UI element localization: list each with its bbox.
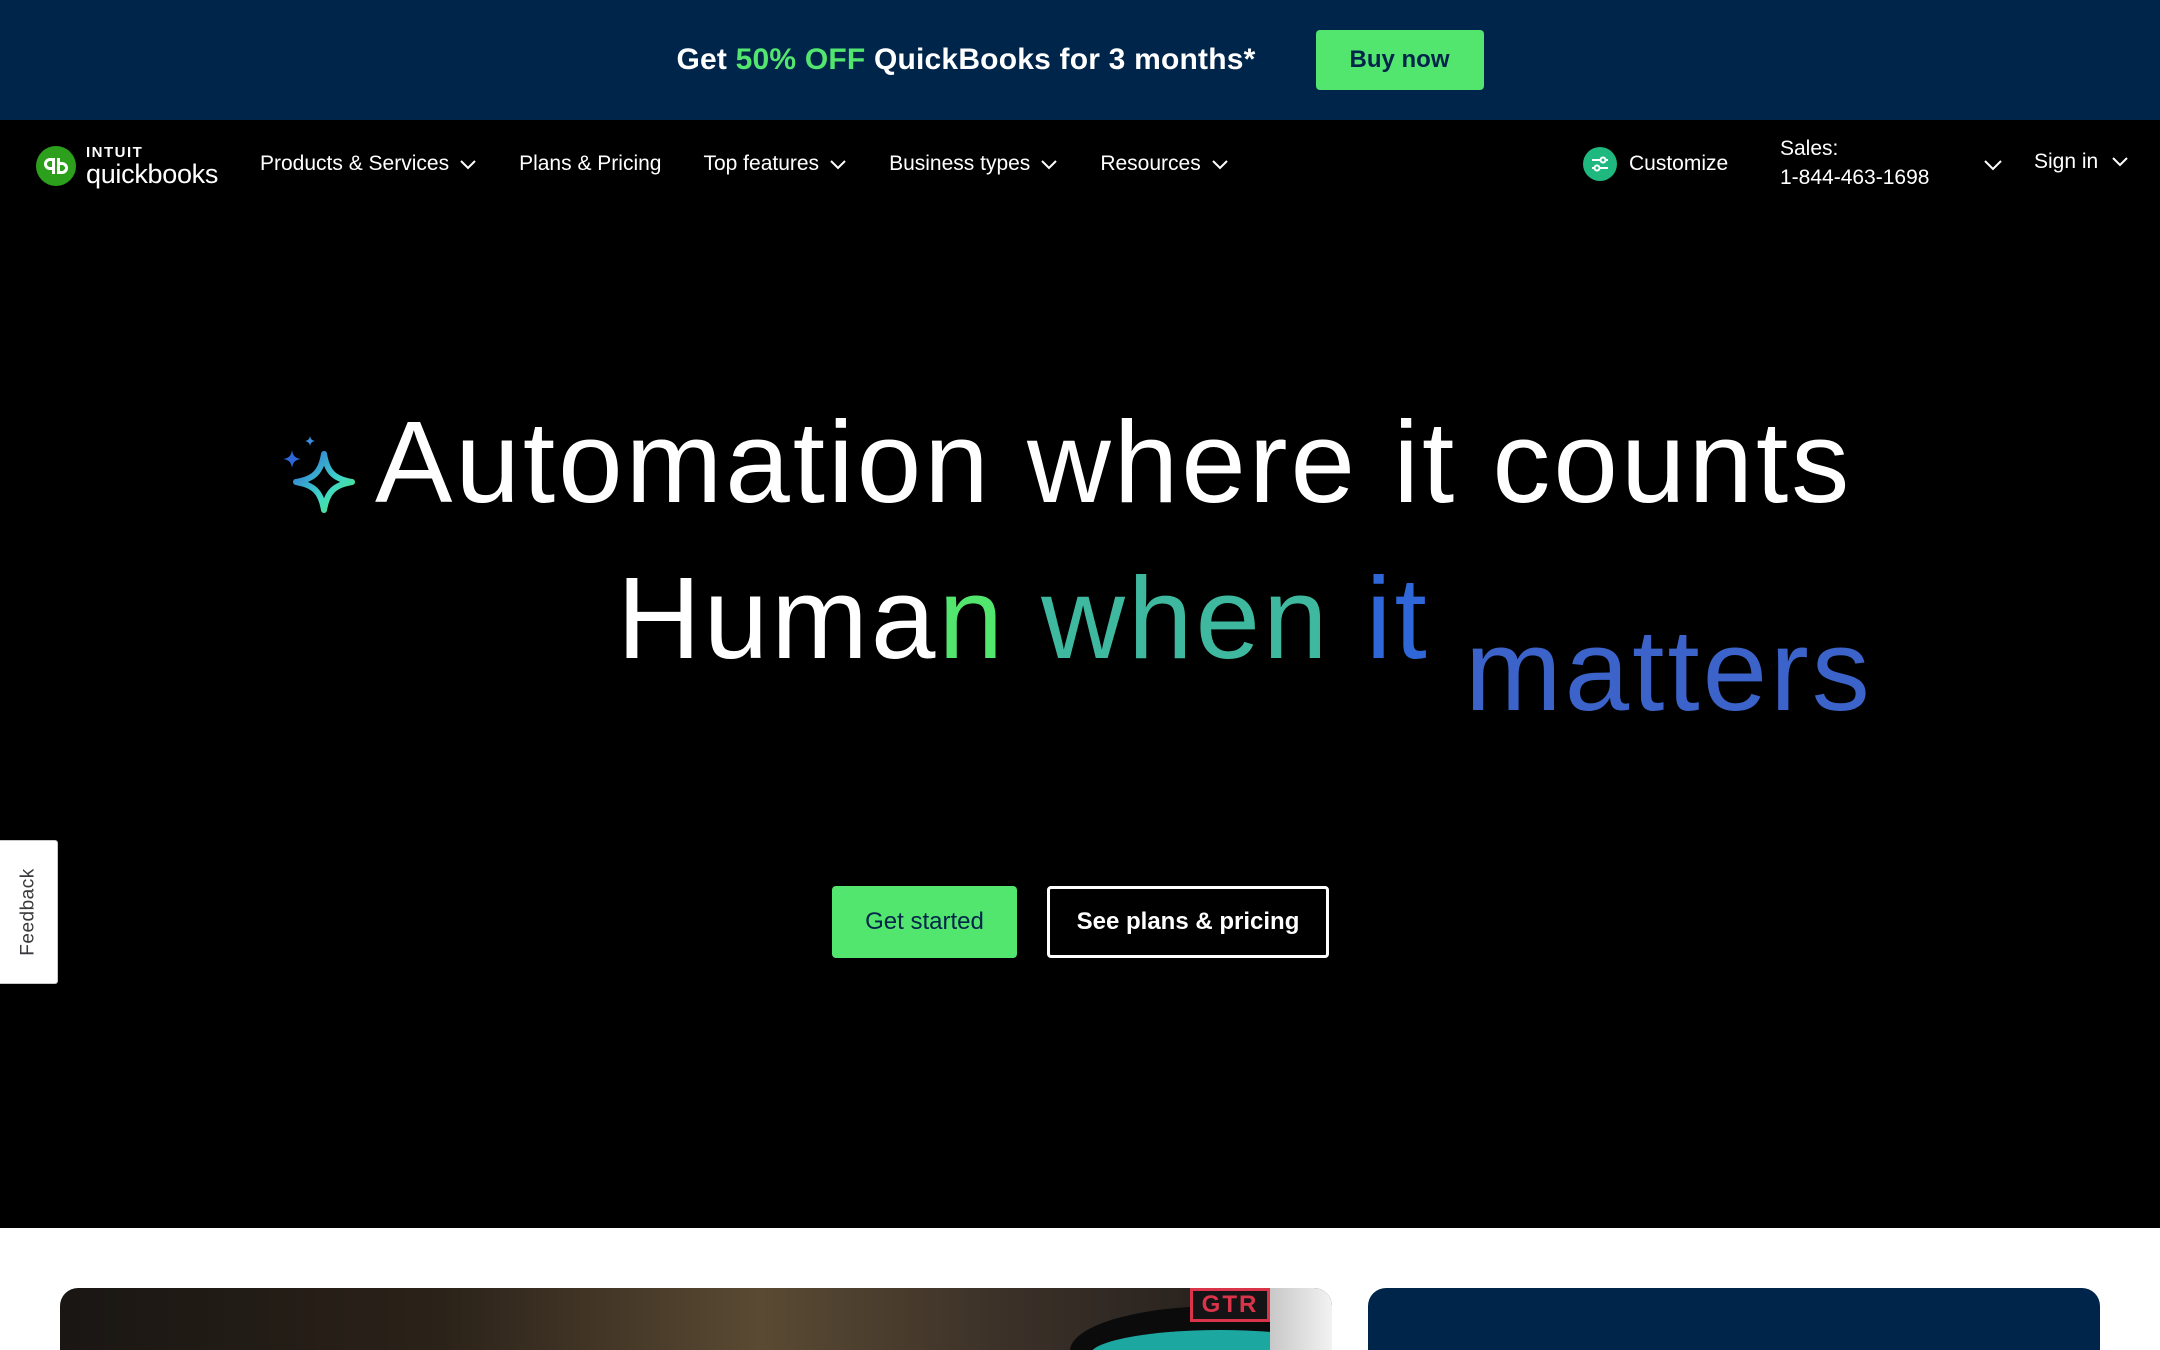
nav-item-label: Resources [1100,152,1201,175]
promo-text: Get 50% OFF QuickBooks for 3 months* [677,43,1256,77]
chevron-down-icon [460,160,476,170]
feedback-label: Feedback [17,868,39,956]
chevron-down-icon [830,160,846,170]
promo-text-prefix: Get [676,43,736,76]
nav-item-top-features[interactable]: Top features [703,152,847,176]
promo-card[interactable] [1368,1288,2100,1350]
intuit-wordmark: INTUIT [86,143,144,161]
sign-in-button[interactable]: Sign in [2034,150,2130,174]
nav-item-label: Business types [889,152,1031,175]
nav-item-label: Plans & Pricing [519,152,662,175]
customize-label: Customize [1629,152,1729,175]
headline-letter-n: n [938,553,1006,683]
promo-banner: Get 50% OFF QuickBooks for 3 months* Buy… [0,0,2160,120]
quickbooks-logo-icon [36,146,76,186]
ai-sparkle-icon [283,436,355,513]
sales-phone[interactable]: 1-844-463-1698 [1780,163,1929,192]
sign-in-label: Sign in [2034,150,2099,173]
nav-item-plans-pricing[interactable]: Plans & Pricing [519,152,661,176]
quickbooks-logo[interactable]: INTUIT quickbooks [36,144,218,188]
sales-label: Sales: [1780,137,1839,160]
see-plans-pricing-button[interactable]: See plans & pricing [1047,886,1329,958]
headline-word-when: when [1005,553,1331,683]
hero-headline-line2: Human when it matters [617,560,1873,728]
hero-headline-line1: Automation where it counts [375,397,1853,527]
promo-text-suffix: QuickBooks for 3 months* [865,43,1256,76]
get-started-button[interactable]: Get started [832,886,1017,958]
chevron-down-icon [1211,160,1228,170]
hero-section: Automation where it counts Human when it… [0,208,2160,1228]
hero-cta-group: Get started See plans & pricing [832,886,1329,958]
photo-card[interactable]: GTR [60,1288,1332,1350]
chevron-down-icon [1041,160,1058,170]
nav-item-business-types[interactable]: Business types [889,152,1058,176]
feedback-tab[interactable]: Feedback [0,840,58,984]
chevron-down-icon[interactable] [1982,154,2004,176]
nav-menu: Products & Services Plans & Pricing Top … [260,120,1271,208]
customize-button[interactable]: Customize [1583,147,1728,181]
sales-contact[interactable]: Sales: 1-844-463-1698 [1780,134,1929,192]
nav-item-label: Top features [703,152,820,175]
headline-word-human: Huma [617,553,939,683]
buy-now-button[interactable]: Buy now [1315,30,1484,90]
photo-cap-label: GTR [1190,1288,1270,1322]
nav-item-label: Products & Services [260,152,450,175]
nav-item-products-services[interactable]: Products & Services [260,152,477,176]
main-nav: INTUIT quickbooks Products & Services Pl… [0,120,2160,208]
promo-discount: 50% OFF [735,43,866,76]
chevron-down-icon [2112,157,2128,167]
quickbooks-wordmark: quickbooks [86,158,219,189]
logo-wordmark: INTUIT quickbooks [86,145,218,188]
nav-item-resources[interactable]: Resources [1100,152,1228,176]
photo-background [1270,1288,1332,1350]
headline-word-matters: matters [1429,605,1873,735]
headline-word-it: it [1330,553,1430,683]
sliders-icon [1583,147,1617,181]
